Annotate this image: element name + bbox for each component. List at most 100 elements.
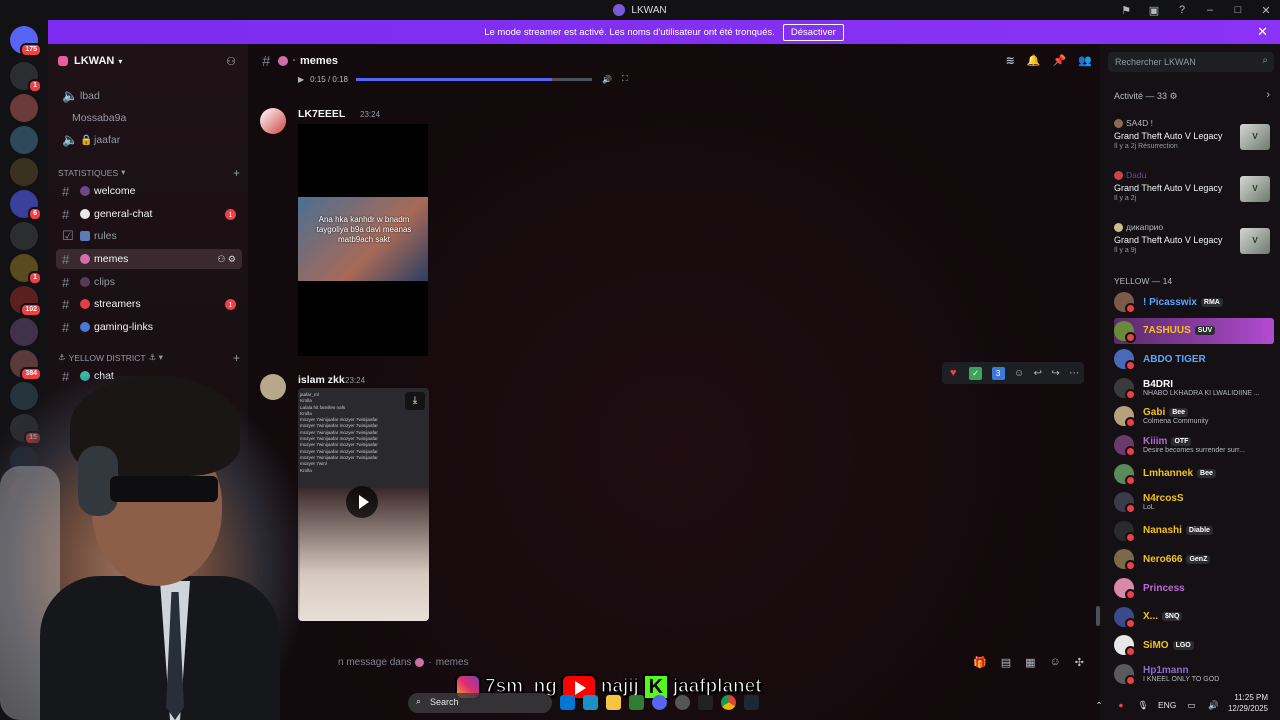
download-icon[interactable]: ⤓	[405, 392, 425, 410]
server-icon[interactable]	[10, 222, 38, 250]
video-attachment[interactable]: Ana hka kanhdr w bnadm taygoliya b9a dav…	[298, 124, 428, 356]
disable-streamer-mode-button[interactable]: Désactiver	[782, 23, 844, 41]
member-row[interactable]: Nanashi Diable	[1114, 518, 1274, 544]
network-icon[interactable]: ▭	[1184, 700, 1198, 711]
voice-user[interactable]: 🔈 🔒 jaafar	[56, 130, 242, 150]
app-icon[interactable]	[629, 695, 644, 710]
message-composer[interactable]: n message dans · memes 🎁 ▤ ▦ ☺ ✣	[262, 650, 1092, 674]
avatar[interactable]	[260, 108, 286, 134]
category-yellow-district[interactable]: ⚓ YELLOW DISTRICT ⚓ ▾ +	[58, 351, 244, 365]
clock[interactable]: 11:25 PM 12/29/2025	[1228, 692, 1268, 714]
gift-icon[interactable]: 🎁	[973, 656, 987, 669]
fullscreen-icon[interactable]: ⛶	[622, 74, 628, 84]
member-row[interactable]: ! Picasswix RMA	[1114, 289, 1274, 315]
forward-icon[interactable]: ↪	[1051, 368, 1059, 379]
apps-icon[interactable]: ✣	[1075, 656, 1084, 669]
chrome-icon[interactable]	[721, 695, 736, 710]
member-row[interactable]: Nero666 GenZ	[1114, 546, 1274, 572]
steam-icon[interactable]	[744, 695, 759, 710]
gear-icon[interactable]: ⚙	[1170, 91, 1178, 101]
language-indicator[interactable]: ENG	[1158, 700, 1176, 710]
channel-memes[interactable]: # memes ⚇ ⚙	[56, 249, 242, 269]
message-author[interactable]: islam zkk	[298, 374, 345, 386]
close-window-button[interactable]: ✕	[1252, 4, 1280, 17]
bell-icon[interactable]: 🔔	[1027, 54, 1041, 67]
threads-icon[interactable]: ≋	[1006, 54, 1015, 67]
member-row[interactable]: N4rcosS LoL	[1114, 489, 1274, 515]
volume-icon[interactable]: 🔊	[602, 75, 612, 84]
microphone-icon[interactable]: 🎙	[1136, 700, 1150, 711]
member-row[interactable]: Lmhannek Bee	[1114, 461, 1274, 487]
chevron-right-icon[interactable]: ›	[1266, 89, 1270, 101]
channel-rules[interactable]: ☑ rules	[56, 226, 242, 246]
audio-progress-bar[interactable]	[355, 77, 592, 81]
home-server-icon[interactable]: 175	[10, 26, 42, 57]
channel-clips[interactable]: # clips	[56, 272, 242, 292]
server-icon[interactable]: 6	[10, 190, 42, 221]
gif-icon[interactable]: ▤	[1001, 656, 1011, 669]
member-row[interactable]: B4DRI NHABO LKHADRA KI LWALIDIINE ...	[1114, 375, 1274, 401]
invite-people-icon[interactable]: ⚇	[226, 55, 236, 68]
tray-app-icon[interactable]: ●	[1114, 700, 1128, 710]
more-icon[interactable]: ⋯	[1069, 368, 1079, 379]
play-icon[interactable]: ▶	[298, 75, 304, 84]
heart-reaction-icon[interactable]: ♥	[947, 367, 960, 380]
member-row[interactable]: X... $NQ	[1114, 604, 1274, 630]
member-row[interactable]: Hp1mann I KNEEL ONLY TO GOD	[1114, 661, 1274, 687]
category-statistiques[interactable]: STATISTIQUES ▾ +	[58, 166, 244, 180]
reply-icon[interactable]: ↩	[1034, 368, 1042, 379]
reaction-count[interactable]: 3	[991, 366, 1005, 380]
folder-icon[interactable]	[606, 695, 621, 710]
close-icon[interactable]: ✕	[1257, 24, 1268, 40]
maximize-button[interactable]: □	[1224, 4, 1252, 16]
voice-user[interactable]: 🔈 lbad	[56, 86, 242, 106]
add-channel-icon[interactable]: +	[233, 351, 240, 365]
server-icon[interactable]	[10, 94, 38, 122]
activity-card[interactable]: Dadu Grand Theft Auto V Legacy Il y a 2j…	[1114, 170, 1274, 210]
settings-icon[interactable]: ⚇ ⚙	[217, 254, 236, 265]
check-reaction-icon[interactable]: ✓	[969, 366, 983, 380]
pin-icon[interactable]: 📌	[1053, 54, 1067, 67]
inbox-icon[interactable]: ⚑	[1112, 4, 1140, 17]
obs-icon[interactable]	[675, 695, 690, 710]
sticker-icon[interactable]: ▦	[1025, 656, 1035, 669]
voice-user[interactable]: Mossaba9a	[56, 108, 242, 128]
server-icon[interactable]: 102	[10, 286, 42, 317]
chevron-up-icon[interactable]: ⌃	[1092, 700, 1106, 711]
member-row[interactable]: ABDO TIGER	[1114, 346, 1274, 372]
app-icon[interactable]	[583, 695, 598, 710]
member-row[interactable]: 7ASHUUS SUV	[1114, 317, 1274, 344]
screen-icon[interactable]: ▣	[1140, 4, 1168, 17]
server-icon[interactable]: 384	[10, 350, 42, 381]
edge-icon[interactable]	[560, 695, 575, 710]
member-row[interactable]: Gabi Bee Colmena Community	[1114, 403, 1274, 429]
search-input[interactable]: Rechercher LKWAN ⌕	[1108, 52, 1274, 72]
volume-icon[interactable]: 🔊	[1206, 700, 1220, 711]
server-icon[interactable]	[10, 318, 38, 346]
add-channel-icon[interactable]: +	[233, 166, 240, 180]
member-row[interactable]: Princess	[1114, 575, 1274, 601]
discord-icon[interactable]	[652, 695, 667, 710]
emoji-icon[interactable]: ☺	[1050, 656, 1061, 669]
server-icon[interactable]: 1	[10, 62, 42, 93]
server-icon[interactable]	[10, 158, 38, 186]
help-icon[interactable]: ?	[1168, 4, 1196, 16]
activity-card[interactable]: дикаприо Grand Theft Auto V Legacy Il y …	[1114, 222, 1274, 262]
channel-streamers[interactable]: # streamers 1	[56, 294, 242, 314]
activity-card[interactable]: SA4D ! Grand Theft Auto V Legacy Il y a …	[1114, 118, 1274, 158]
taskbar-search[interactable]: ⌕ Search	[408, 693, 552, 713]
play-icon[interactable]	[346, 486, 378, 518]
add-reaction-icon[interactable]: ☺	[1014, 368, 1024, 379]
server-icon[interactable]	[10, 126, 38, 154]
app-icon[interactable]	[698, 695, 713, 710]
channel-general-chat[interactable]: # general-chat 1	[56, 204, 242, 224]
server-icon[interactable]: 1	[10, 254, 42, 285]
server-header[interactable]: LKWAN ▾ ⚇	[48, 44, 248, 78]
minimize-button[interactable]: –	[1196, 4, 1224, 16]
member-list-icon[interactable]: 👥	[1078, 54, 1092, 67]
channel-welcome[interactable]: # welcome	[56, 181, 242, 201]
video-attachment[interactable]: jaafar_ml Krolla Lalala hit familles nafs K…	[298, 388, 429, 621]
message-author[interactable]: LK7EEEL	[298, 108, 345, 120]
member-row[interactable]: SiMO LGO	[1114, 632, 1274, 658]
member-row[interactable]: Kiiim OTF Desire becomes surrender surr...	[1114, 432, 1274, 458]
